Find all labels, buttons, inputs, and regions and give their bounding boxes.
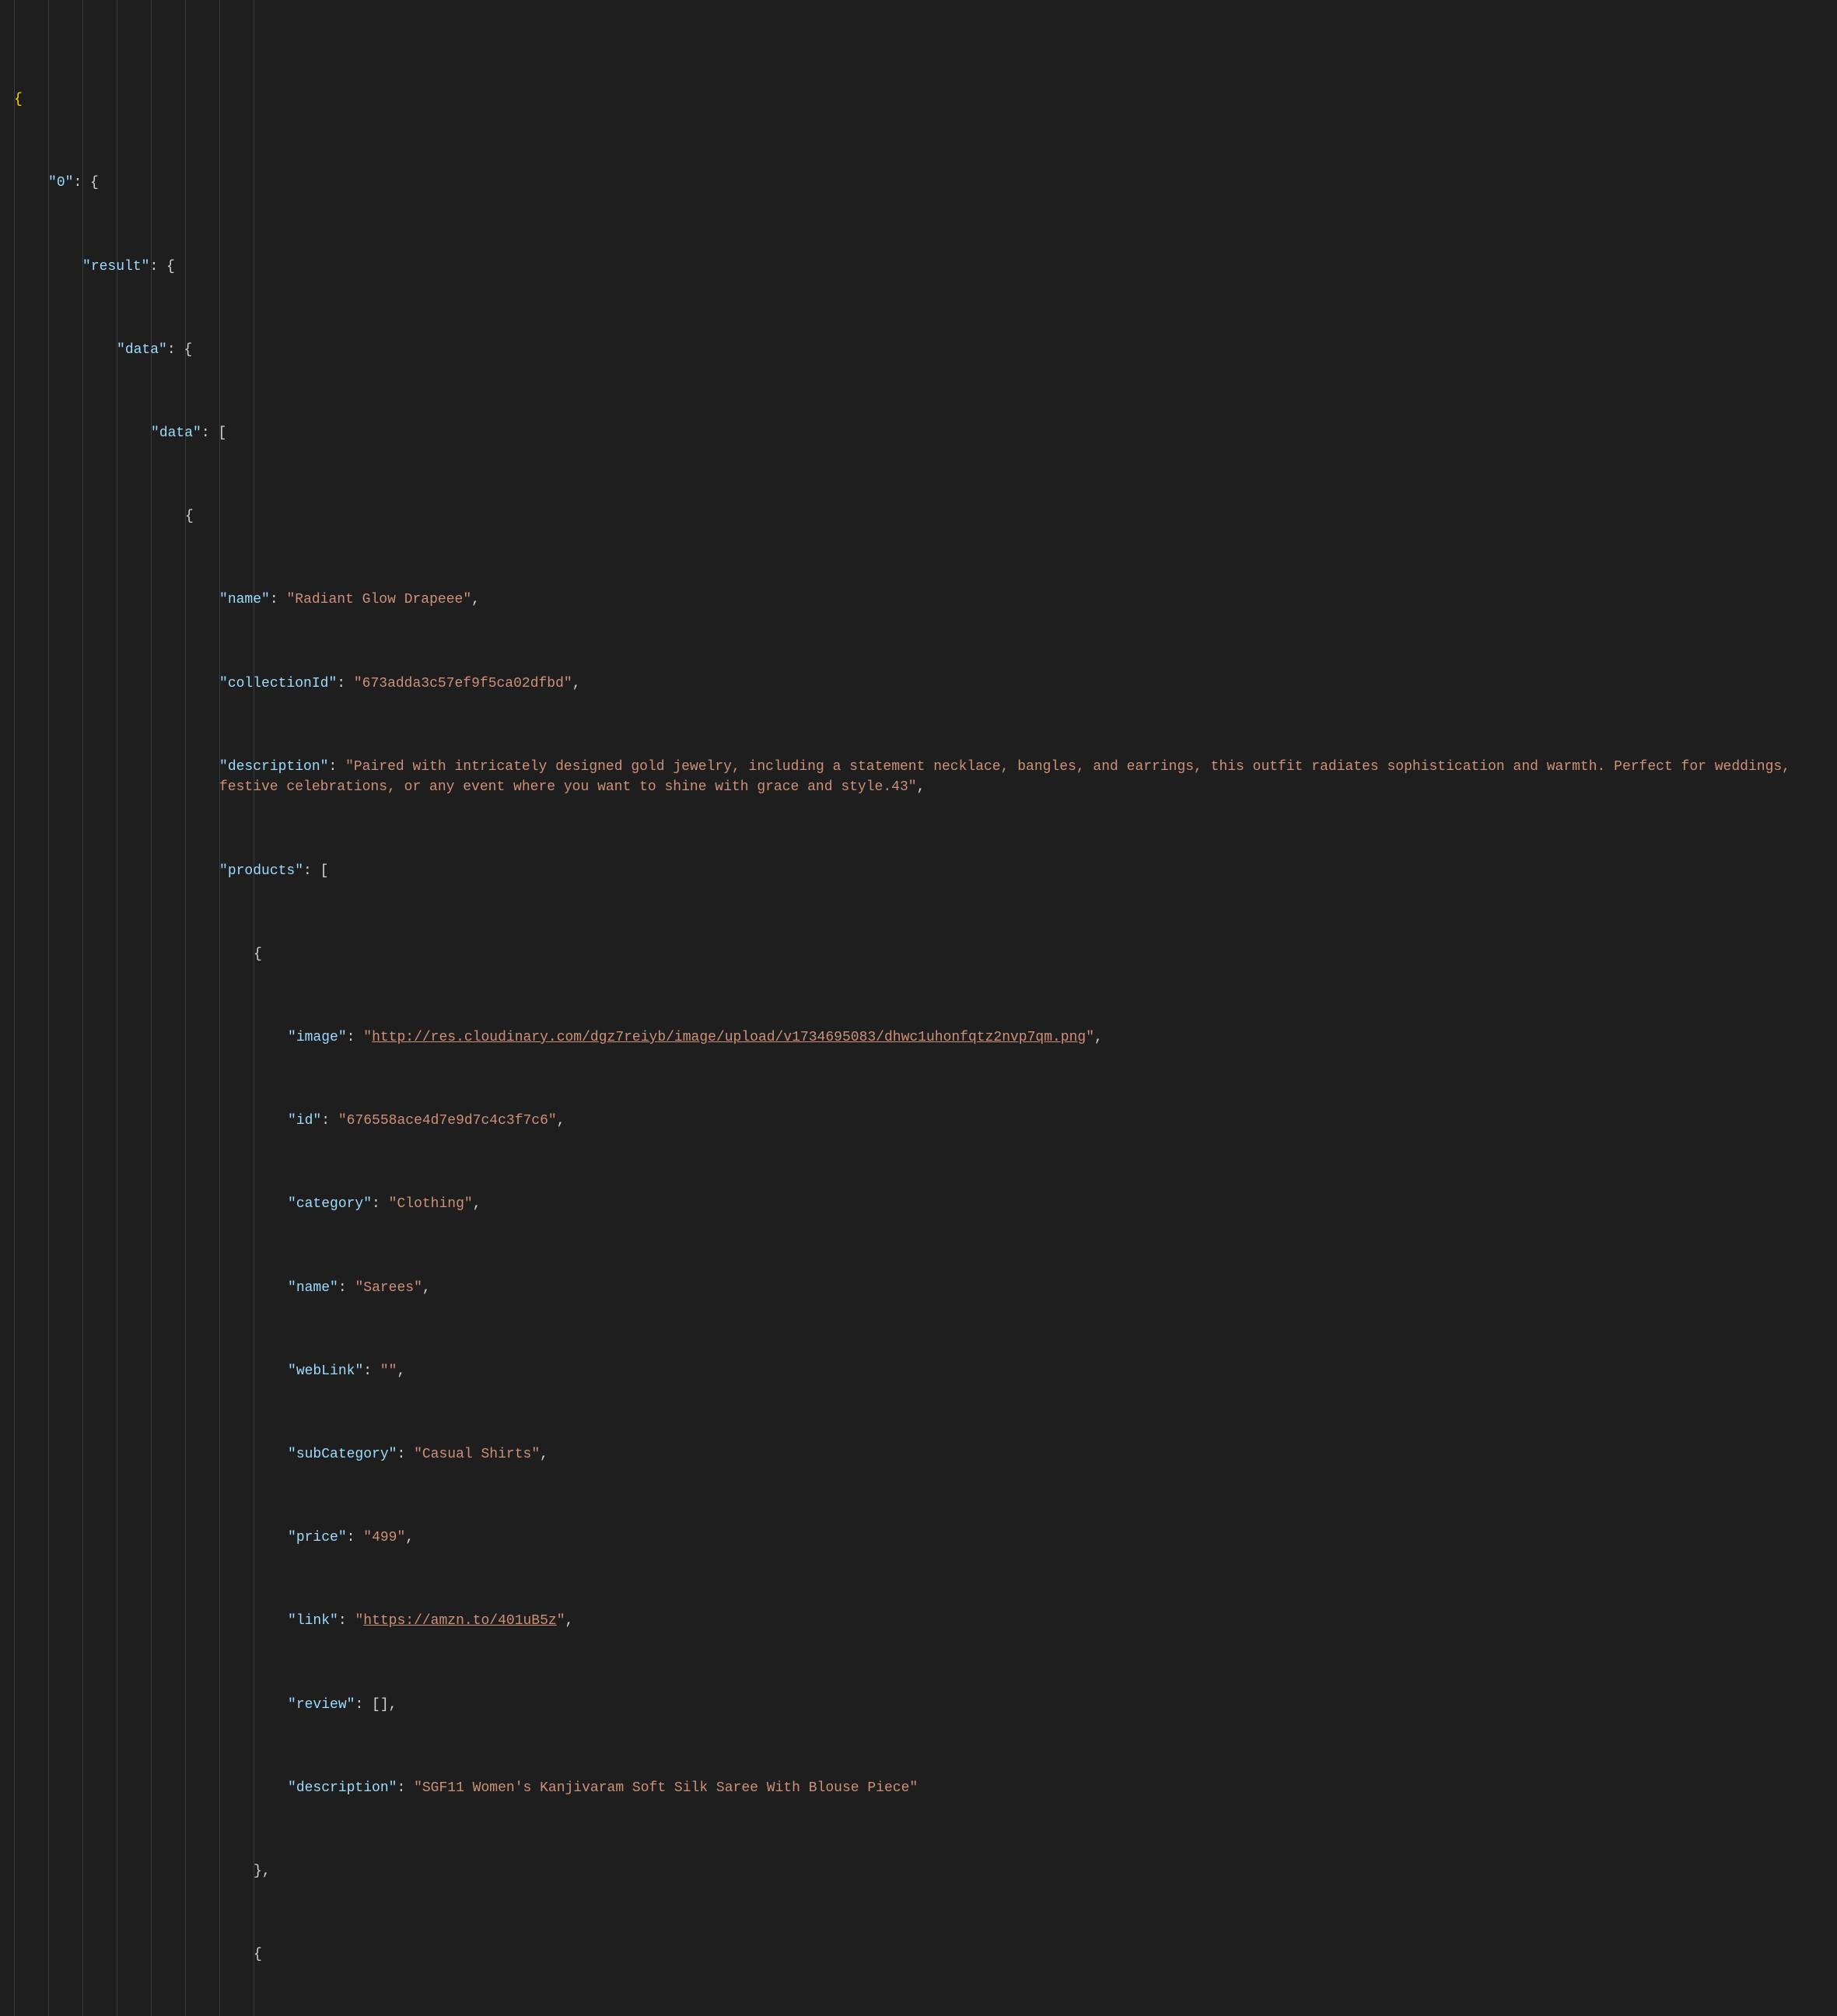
json-line: "review": [], xyxy=(14,1695,1837,1716)
val-description: Paired with intricately designed gold je… xyxy=(219,759,1799,796)
json-line: "name": "Sarees", xyxy=(14,1278,1837,1299)
key-p0-id: id xyxy=(296,1113,313,1129)
val-collectionId: 673adda3c57ef9f5ca02dfbd xyxy=(362,676,564,691)
json-line: "description": "SGF11 Women's Kanjivaram… xyxy=(14,1778,1837,1799)
json-line: "category": "Clothing", xyxy=(14,1194,1837,1215)
val-p0-image: http://res.cloudinary.com/dgz7reiyb/imag… xyxy=(372,1030,1086,1045)
val-p0-id: 676558ace4d7e9d7c4c3f7c6 xyxy=(347,1113,548,1129)
json-line: "0": { xyxy=(14,173,1837,194)
json-line: { xyxy=(14,1944,1837,1965)
val-p0-name: Sarees xyxy=(363,1280,414,1296)
key-description: description xyxy=(228,759,320,775)
json-line: "data": { xyxy=(14,340,1837,361)
val-p0-link: https://amzn.to/401uB5z xyxy=(363,1613,556,1629)
key-p0-category: category xyxy=(296,1196,363,1212)
key-p0-description: description xyxy=(296,1780,389,1796)
json-line: "description": "Paired with intricately … xyxy=(14,757,1837,799)
key-collectionId: collectionId xyxy=(228,676,329,691)
val-p0-subCategory: Casual Shirts xyxy=(422,1447,531,1462)
key-p0-name: name xyxy=(296,1280,330,1296)
val-p0-price: 499 xyxy=(372,1530,397,1545)
json-line: "result": { xyxy=(14,257,1837,278)
key-p0-subCategory: subCategory xyxy=(296,1447,389,1462)
json-line: "price": "499", xyxy=(14,1528,1837,1549)
key-data1: data xyxy=(125,342,159,358)
key-p0-link: link xyxy=(296,1613,330,1629)
key-p0-price: price xyxy=(296,1530,338,1545)
json-line: { xyxy=(14,944,1837,965)
json-line: "products": [ xyxy=(14,861,1837,882)
val-p0-description: SGF11 Women's Kanjivaram Soft Silk Saree… xyxy=(422,1780,910,1796)
key-0: 0 xyxy=(57,175,65,191)
key-p0-webLink: webLink xyxy=(296,1363,355,1379)
key-p0-review: review xyxy=(296,1697,347,1713)
json-line: "data": [ xyxy=(14,423,1837,444)
val-name: Radiant Glow Drapeee xyxy=(295,592,463,607)
key-data2: data xyxy=(159,425,193,441)
key-p0-image: image xyxy=(296,1030,338,1045)
json-line: "id": "676558ace4d7e9d7c4c3f7c6", xyxy=(14,1111,1837,1132)
key-name: name xyxy=(228,592,261,607)
json-line: }, xyxy=(14,1861,1837,1882)
json-line: { xyxy=(14,89,1837,110)
key-products: products xyxy=(228,863,295,879)
json-line: "collectionId": "673adda3c57ef9f5ca02dfb… xyxy=(14,674,1837,695)
json-line: "link": "https://amzn.to/401uB5z", xyxy=(14,1611,1837,1632)
val-p0-category: Clothing xyxy=(397,1196,464,1212)
json-line: "webLink": "", xyxy=(14,1361,1837,1382)
key-result: result xyxy=(91,259,142,275)
json-editor[interactable]: { "0": { "result": { "data": { "data": [… xyxy=(0,0,1837,2016)
json-line: "image": "http://res.cloudinary.com/dgz7… xyxy=(14,1027,1837,1048)
json-line: { xyxy=(14,506,1837,527)
json-line: "name": "Radiant Glow Drapeee", xyxy=(14,590,1837,611)
json-line: "subCategory": "Casual Shirts", xyxy=(14,1444,1837,1465)
